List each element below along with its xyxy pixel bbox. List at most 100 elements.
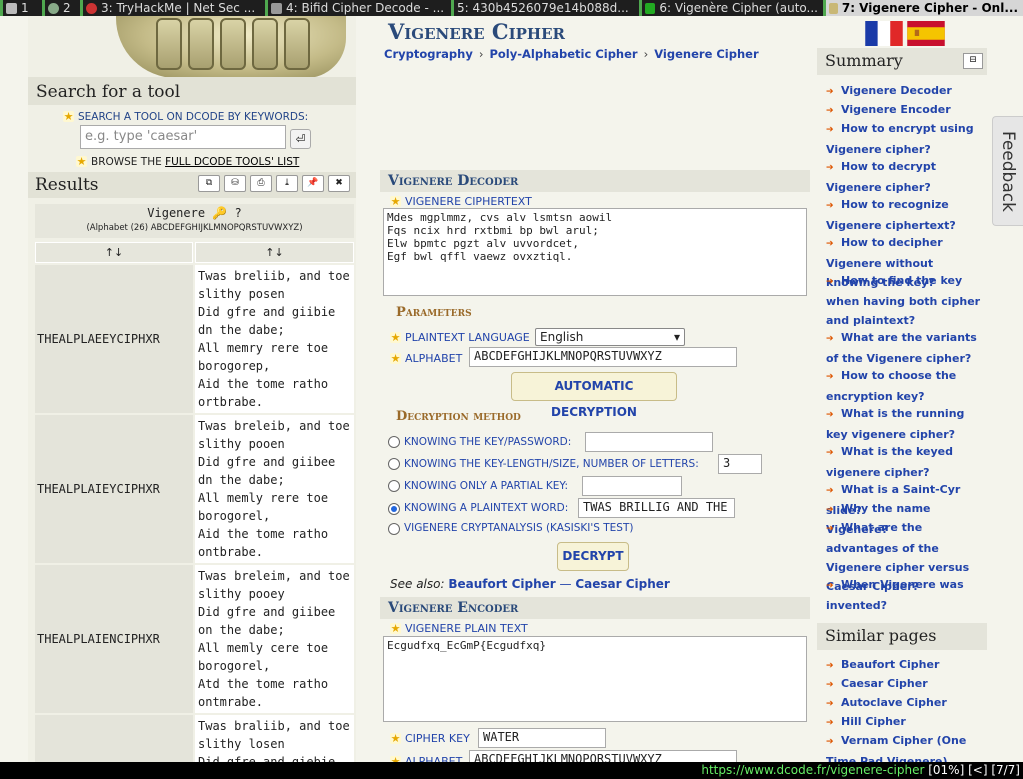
database-button[interactable]: ⛁ (224, 175, 246, 192)
summary-link-choose-key[interactable]: ➔ How to choose the encryption key? (826, 366, 988, 406)
similar-link-caesar[interactable]: ➔ Caesar Cipher (826, 674, 988, 695)
browse-tools: ★ BROWSE THE FULL DCODE TOOLS' LIST (76, 155, 300, 168)
star-icon: ★ (390, 622, 401, 635)
method-kasiski-label: VIGENERE CRYPTANALYSIS (KASISKI'S TEST) (404, 522, 634, 534)
decrypt-button[interactable]: DECRYPT (557, 542, 629, 571)
tab-6[interactable]: 6: Vigenère Cipher (auto... (639, 0, 823, 16)
breadcrumb-cryptography[interactable]: Cryptography (384, 47, 473, 61)
summary-link-find-key[interactable]: ➔ How to find the key when having both ci… (826, 271, 988, 330)
star-icon: ★ (390, 352, 401, 365)
ciphertext-label: ★ VIGENERE CIPHERTEXT (390, 195, 532, 208)
arrow-icon: ➔ (826, 239, 834, 249)
arrow-icon: ➔ (826, 581, 834, 591)
close-results-button[interactable]: ✖ (328, 175, 350, 192)
copy-results-button[interactable]: ⧉ (198, 175, 220, 192)
page-title: Vigenere Cipher (388, 19, 565, 44)
decoder-heading: Vigenere Decoder (380, 170, 810, 192)
text-cell: Twas breleim, and toe slithy pooey Did g… (195, 565, 354, 713)
caesar-link[interactable]: Caesar Cipher (575, 577, 670, 591)
text-cell: Twas breleib, and toe slithy pooen Did g… (195, 415, 354, 563)
document-icon (6, 2, 17, 14)
plaintext-label: ★ VIGENERE PLAIN TEXT (390, 622, 528, 635)
summary-link-invented[interactable]: ➔ When Vigenere was invented? (826, 575, 988, 615)
download-button[interactable]: ⤓ (276, 175, 298, 192)
keywords-label: ★ SEARCH A TOOL ON DCODE BY KEYWORDS: (63, 110, 309, 123)
breadcrumb-poly-alphabetic[interactable]: Poly-Alphabetic Cipher (489, 47, 637, 61)
alphabet-input[interactable]: ABCDEFGHIJKLMNOPQRSTUVWXYZ (469, 347, 737, 367)
summary-link-decoder[interactable]: ➔ Vigenere Decoder (826, 81, 988, 102)
tryhackme-icon (86, 2, 97, 14)
beaufort-link[interactable]: Beaufort Cipher (448, 577, 555, 591)
status-info: [01%] [<] [7/7] (928, 763, 1020, 777)
key-cell: THEALPLAEEYCIPHXR (35, 265, 193, 413)
method-plaintext-word-label: KNOWING A PLAINTEXT WORD: (404, 502, 569, 514)
similar-link-beaufort[interactable]: ➔ Beaufort Cipher (826, 655, 988, 676)
similar-link-hill[interactable]: ➔ Hill Cipher (826, 712, 988, 733)
print-button[interactable]: ⎙ (250, 175, 272, 192)
breadcrumb: Cryptography › Poly-Alphabetic Cipher › … (384, 47, 759, 61)
key-length-input[interactable]: 3 (718, 454, 762, 474)
radio-kasiski[interactable] (388, 523, 400, 535)
similar-link-autoclave[interactable]: ➔ Autoclave Cipher (826, 693, 988, 714)
key-cell: THEALPLAIENCIPHXR (35, 565, 193, 713)
terminal-icon (645, 2, 656, 14)
automatic-decryption-button[interactable]: AUTOMATIC DECRYPTION (511, 372, 677, 419)
feedback-tab[interactable]: Feedback (992, 116, 1023, 226)
plaintext-word-input[interactable]: TWAS BRILLIG AND THE (578, 498, 735, 518)
radio-partial-key[interactable] (388, 480, 400, 492)
summary-link-keyed[interactable]: ➔ What is the keyed vigenere cipher? (826, 442, 988, 482)
radio-key-password[interactable] (388, 436, 400, 448)
arrow-icon: ➔ (826, 201, 834, 211)
plaintext-textarea[interactable]: Ecgudfxq_EcGmP{Ecgudfxq} (383, 636, 807, 722)
star-icon: ★ (390, 195, 401, 208)
cipher-key-input[interactable]: WATER (478, 728, 606, 748)
tab-5[interactable]: 5: 430b4526079e14b088d... (451, 0, 639, 16)
status-bar: https://www.dcode.fr/vigenere-cipher [01… (0, 762, 1023, 779)
results-title: Vigenere 🔑 ? (Alphabet (26) ABCDEFGHIJKL… (35, 204, 354, 238)
chevron-down-icon: ▾ (673, 330, 680, 344)
encoder-heading: Vigenere Encoder (380, 597, 810, 619)
breadcrumb-vigenere[interactable]: Vigenere Cipher (654, 47, 758, 61)
summary-link-running-key[interactable]: ➔ What is the running key vigenere cipher… (826, 404, 988, 444)
table-row[interactable]: THEALPLAEEYCIPHXR Twas breliib, and toe s… (35, 265, 354, 413)
summary-link-decrypt[interactable]: ➔ How to decrypt Vigenere cipher? (826, 157, 988, 197)
pin-button[interactable]: 📌 (302, 175, 324, 192)
search-button[interactable]: ⏎ (290, 129, 311, 149)
full-tools-list-link[interactable]: FULL DCODE TOOLS' LIST (165, 156, 299, 168)
method-heading: Decryption method (396, 409, 521, 424)
ciphertext-textarea[interactable]: Mdes mgplmmz, cvs alv lsmtsn aowil Fqs n… (383, 208, 807, 296)
table-row[interactable]: THEALPLAIEYCIPHXR Twas breleib, and toe s… (35, 415, 354, 563)
french-flag-icon[interactable] (864, 21, 904, 46)
language-select[interactable]: English ▾ (535, 328, 685, 346)
star-icon: ★ (390, 331, 401, 344)
radio-key-length[interactable] (388, 458, 400, 470)
tab-2[interactable]: 2 (42, 0, 80, 16)
status-url: https://www.dcode.fr/vigenere-cipher (701, 763, 925, 777)
tab-1[interactable]: 1 (0, 0, 42, 16)
summary-link-recognize[interactable]: ➔ How to recognize Vigenere ciphertext? (826, 195, 988, 235)
tab-4[interactable]: 4: Bifid Cipher Decode - ... (265, 0, 451, 16)
tab-7-active[interactable]: 7: Vigenere Cipher - Onl... (823, 0, 1023, 16)
tab-3[interactable]: 3: TryHackMe | Net Sec ... (80, 0, 265, 16)
dcode-logo[interactable] (116, 16, 346, 78)
summary-link-encrypt[interactable]: ➔ How to encrypt using Vigenere cipher? (826, 119, 988, 159)
collapse-summary-button[interactable]: ⊟ (963, 53, 983, 69)
summary-link-encoder[interactable]: ➔ Vigenere Encoder (826, 100, 988, 121)
cipher-key-label: ★ CIPHER KEY (390, 732, 470, 745)
summary-heading: Summary ⊟ (817, 48, 987, 75)
partial-key-input[interactable] (582, 476, 682, 496)
arrow-icon: ➔ (826, 125, 834, 135)
arrow-icon: ➔ (826, 737, 834, 747)
method-partial-key-label: KNOWING ONLY A PARTIAL KEY: (404, 480, 568, 492)
table-row[interactable]: THEALPLAIENCIPHXR Twas breleim, and toe s… (35, 565, 354, 713)
sort-text-button[interactable]: ↑↓ (195, 242, 354, 263)
dcode-icon (829, 2, 838, 14)
search-input[interactable]: e.g. type 'caesar' (80, 125, 286, 149)
star-icon: ★ (390, 732, 401, 745)
radio-plaintext-word[interactable] (388, 503, 400, 515)
key-password-input[interactable] (585, 432, 713, 452)
results-heading: Results ⧉ ⛁ ⎙ ⤓ 📌 ✖ (28, 172, 356, 198)
sort-key-button[interactable]: ↑↓ (35, 242, 193, 263)
summary-link-variants[interactable]: ➔ What are the variants of the Vigenere c… (826, 328, 988, 368)
spanish-flag-icon[interactable] (906, 21, 946, 46)
